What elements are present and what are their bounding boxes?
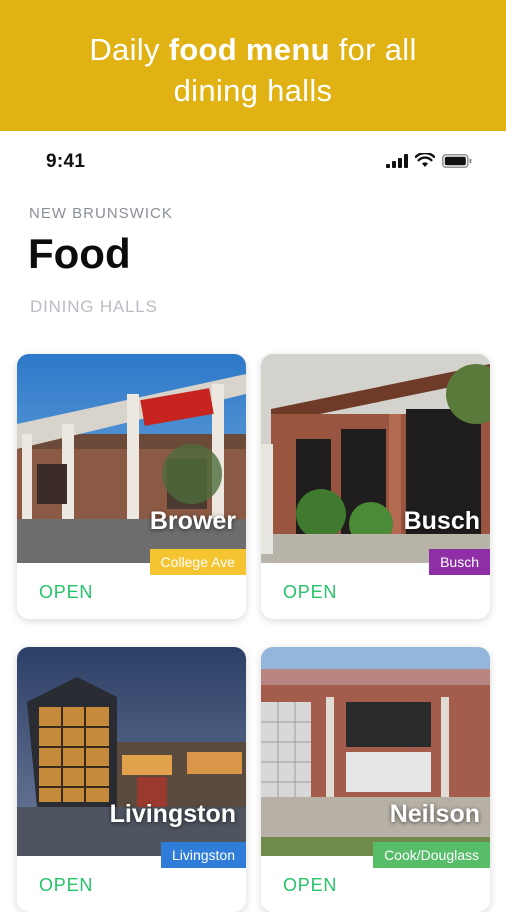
- dining-hall-name: Livingston: [109, 800, 236, 828]
- promo-banner: Daily food menu for all dining halls: [0, 0, 506, 131]
- battery-icon: [442, 153, 472, 168]
- wifi-icon: [415, 153, 435, 167]
- campus-badge: Livingston: [160, 842, 246, 868]
- dining-hall-name: Busch: [403, 507, 480, 535]
- dining-hall-card-busch[interactable]: Busch Busch OPEN: [261, 354, 490, 619]
- dining-hall-name: Brower: [149, 507, 236, 535]
- open-status: OPEN: [283, 875, 338, 895]
- dining-hall-name: Neilson: [389, 800, 480, 828]
- section-label: DINING HALLS: [30, 297, 158, 316]
- banner-line-1: Daily food menu for all: [0, 29, 506, 70]
- page-title: Food: [28, 230, 131, 277]
- status-icons: [386, 153, 472, 168]
- banner-line-2: dining halls: [173, 73, 333, 108]
- banner-text-post: for all: [329, 32, 417, 67]
- open-status: OPEN: [39, 582, 94, 602]
- open-status: OPEN: [283, 582, 338, 602]
- campus-badge: Cook/Douglass: [373, 842, 490, 868]
- campus-badge: Busch: [429, 549, 490, 575]
- dining-hall-card-neilson[interactable]: Neilson Cook/Douglass OPEN: [261, 647, 490, 912]
- cellular-signal-icon: [386, 153, 408, 168]
- campus-badge: College Ave: [149, 549, 246, 575]
- dining-hall-card-livingston[interactable]: Livingston Livingston OPEN: [17, 647, 246, 912]
- status-time: 9:41: [46, 151, 86, 172]
- banner-text-pre: Daily: [89, 32, 169, 67]
- dining-hall-card-brower[interactable]: Brower College Ave OPEN: [17, 354, 246, 619]
- status-bar: 9:41: [0, 131, 506, 191]
- region-label: NEW BRUNSWICK: [29, 205, 173, 222]
- open-status: OPEN: [39, 875, 94, 895]
- banner-text-bold: food menu: [168, 32, 330, 67]
